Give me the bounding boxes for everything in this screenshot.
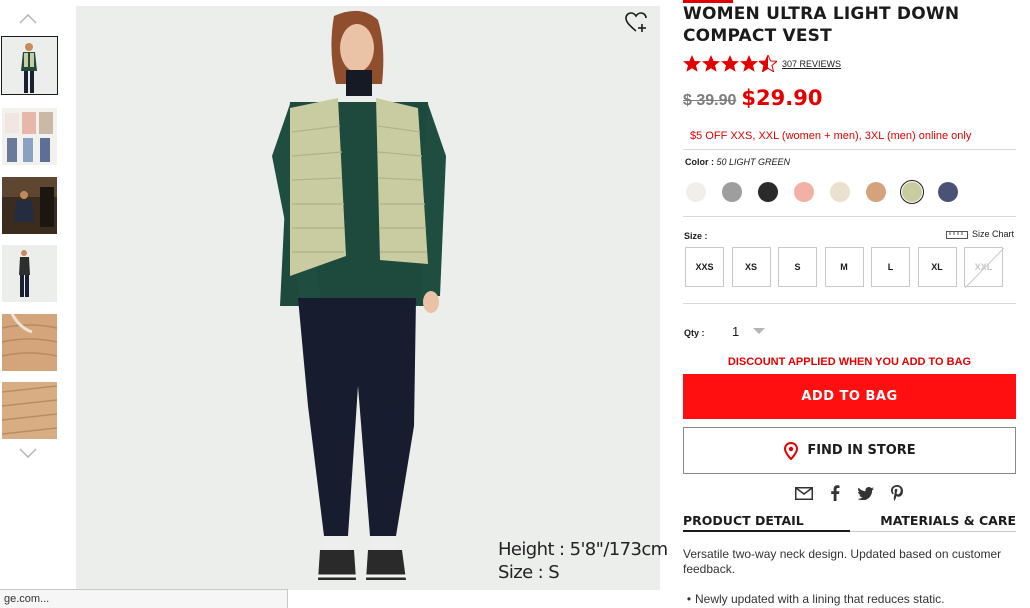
thumbnail-4[interactable] bbox=[2, 245, 57, 302]
color-swatch-camel[interactable] bbox=[864, 180, 888, 204]
feature-text: Newly updated with a lining that reduces… bbox=[695, 592, 945, 606]
email-icon[interactable] bbox=[795, 484, 813, 502]
color-swatch-light-green[interactable] bbox=[900, 180, 924, 204]
size-chart-text: Size Chart bbox=[972, 229, 1015, 239]
model-illustration bbox=[76, 6, 660, 590]
discount-note: DISCOUNT APPLIED WHEN YOU ADD TO BAG bbox=[727, 356, 972, 368]
product-title-line2: COMPACT VEST bbox=[683, 26, 832, 46]
product-title: WOMEN ULTRA LIGHT DOWN COMPACT VEST bbox=[683, 3, 1013, 47]
size-button-m[interactable]: M bbox=[824, 247, 864, 287]
size-button-xl[interactable]: XL bbox=[917, 247, 957, 287]
color-label-text: Color : bbox=[685, 157, 714, 167]
size-button-s[interactable]: S bbox=[778, 247, 817, 287]
thumbnail-1[interactable] bbox=[1, 36, 58, 95]
size-button-xxs[interactable]: XXS bbox=[685, 247, 724, 287]
star-icon bbox=[683, 55, 701, 72]
original-price: $ 39.90 bbox=[683, 92, 737, 109]
add-to-bag-button[interactable]: ADD TO BAG bbox=[683, 374, 1016, 419]
size-button-xs[interactable]: XS bbox=[731, 247, 771, 287]
quantity-select[interactable]: 1 bbox=[727, 321, 773, 341]
browser-status-bar: ge.com... bbox=[0, 589, 288, 608]
divider bbox=[683, 303, 1016, 304]
selected-color-name: 50 LIGHT GREEN bbox=[716, 157, 791, 167]
half-star-icon bbox=[759, 55, 777, 72]
color-label: Color : 50 LIGHT GREEN bbox=[685, 157, 790, 167]
chevron-down-icon bbox=[753, 327, 765, 334]
quantity-label: Qty : bbox=[684, 328, 705, 338]
ruler-icon bbox=[946, 231, 968, 239]
star-icon bbox=[721, 55, 739, 72]
price-row: $ 39.90 $29.90 bbox=[683, 86, 822, 110]
model-size-text: Size : S bbox=[498, 562, 560, 583]
find-in-store-label: FIND IN STORE bbox=[807, 443, 916, 458]
bullet-marker: • bbox=[686, 592, 692, 606]
chevron-up-icon[interactable] bbox=[18, 12, 38, 26]
divider bbox=[683, 216, 1016, 217]
color-swatch-navy[interactable] bbox=[936, 180, 960, 204]
color-swatches bbox=[684, 180, 972, 204]
thumbnail-3[interactable] bbox=[2, 177, 57, 234]
heart-plus-icon[interactable] bbox=[625, 12, 649, 34]
facebook-icon[interactable] bbox=[826, 484, 844, 502]
unavailable-slash-icon bbox=[965, 248, 1004, 288]
product-title-line1: WOMEN ULTRA LIGHT DOWN bbox=[683, 4, 960, 24]
product-info-tabs: PRODUCT DETAIL MATERIALS & CARE bbox=[683, 513, 1016, 532]
tab-materials-care[interactable]: MATERIALS & CARE bbox=[849, 513, 1016, 532]
color-swatch-off-white[interactable] bbox=[684, 180, 708, 204]
model-height-text: Height : 5'8"/173cm bbox=[498, 539, 668, 560]
product-description: Versatile two-way neck design. Updated b… bbox=[683, 547, 1002, 576]
star-rating bbox=[683, 55, 777, 72]
color-swatch-black[interactable] bbox=[756, 180, 780, 204]
product-rating: 307 REVIEWS bbox=[683, 55, 841, 72]
find-in-store-button[interactable]: FIND IN STORE bbox=[683, 427, 1016, 474]
tab-product-detail[interactable]: PRODUCT DETAIL bbox=[683, 513, 850, 532]
thumbnail-6[interactable] bbox=[2, 382, 57, 439]
size-label: Size : bbox=[684, 231, 708, 241]
main-product-image[interactable] bbox=[76, 6, 660, 590]
quantity-value: 1 bbox=[732, 323, 740, 339]
share-icons bbox=[795, 484, 906, 502]
status-bar-text: ge.com... bbox=[4, 593, 50, 605]
reviews-link[interactable]: 307 REVIEWS bbox=[782, 59, 841, 69]
color-swatch-gray[interactable] bbox=[720, 180, 744, 204]
sale-price: $29.90 bbox=[741, 86, 823, 110]
thumbnail-2[interactable] bbox=[2, 108, 57, 165]
model-info-caption: Height : 5'8"/173cm Size : S bbox=[498, 538, 668, 584]
divider bbox=[683, 149, 1016, 150]
star-icon bbox=[702, 55, 720, 72]
size-options: XXS XS S M L XL XXL bbox=[685, 247, 1011, 288]
pinterest-icon[interactable] bbox=[888, 484, 906, 502]
star-icon bbox=[740, 55, 758, 72]
size-button-xxl-unavailable[interactable]: XXL bbox=[964, 247, 1004, 288]
color-swatch-beige[interactable] bbox=[828, 180, 852, 204]
size-button-l[interactable]: L bbox=[871, 247, 910, 287]
chevron-down-icon[interactable] bbox=[18, 446, 38, 460]
color-swatch-pink[interactable] bbox=[792, 180, 816, 204]
twitter-icon[interactable] bbox=[857, 484, 875, 502]
size-chart-link[interactable]: Size Chart bbox=[946, 229, 1014, 239]
location-pin-icon bbox=[784, 441, 799, 460]
thumbnail-5[interactable] bbox=[2, 314, 57, 371]
feature-list-item: • Newly updated with a lining that reduc… bbox=[683, 592, 1013, 606]
promo-message: $5 OFF XXS, XXL (women + men), 3XL (men)… bbox=[690, 130, 972, 142]
